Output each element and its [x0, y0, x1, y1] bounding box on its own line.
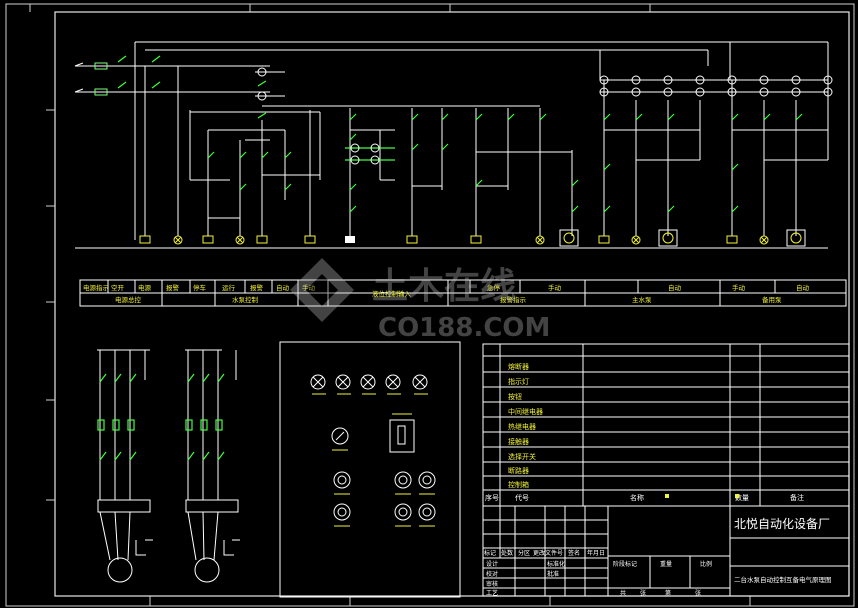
legend-label-11: 手动 — [548, 283, 562, 292]
control-panel-layout — [279, 341, 461, 598]
power-contacts — [97, 373, 225, 461]
parts-header-index: 序号 — [485, 493, 499, 502]
title-row-label-6: 年月日 — [587, 549, 605, 557]
legend-group-2: 水泵控制 — [232, 295, 259, 304]
title-row-label-3: 分区 — [518, 549, 530, 557]
parts-row-3: 按钮 — [508, 392, 522, 401]
title-block: 标记 处数 分区 更改文件号 签名 年月日 设计 校对 审核 工艺 标准化 批准… — [482, 505, 850, 597]
title-row-label-2: 处数 — [501, 549, 513, 557]
title-sign-label-4: 工艺 — [486, 589, 498, 597]
legend-label-2: 空开 — [111, 283, 125, 292]
legend-group-5: 主水泵 — [632, 295, 652, 304]
company-name: 北悦自动化设备厂 — [734, 517, 830, 531]
title-sign-label-3: 审核 — [486, 580, 498, 588]
title-sign-label-5: 标准化 — [547, 560, 565, 568]
parts-row-2: 指示灯 — [508, 377, 529, 386]
legend-group-6: 备用泵 — [762, 295, 782, 304]
legend-label-1: 电源指示 — [83, 283, 110, 292]
parts-header-note: 备注 — [790, 493, 804, 502]
parts-row-1: 熔断器 — [508, 362, 529, 371]
title-bottom-label-1: 共 — [620, 589, 626, 597]
switch-contacts — [117, 55, 803, 213]
parts-header-name: 名称 — [630, 493, 644, 502]
title-sign-label-2: 校对 — [486, 570, 498, 578]
parts-header-code: 代号 — [515, 493, 529, 502]
legend-label-6: 运行 — [222, 283, 236, 292]
title-right-label-1: 阶段标记 — [613, 560, 637, 568]
legend-label-13: 手动 — [732, 283, 746, 292]
legend-label-3: 电源 — [138, 283, 152, 292]
control-circuit — [74, 41, 829, 249]
title-row-label-1: 标记 — [484, 549, 496, 557]
title-row-label-4: 更改文件号 — [533, 549, 563, 557]
parts-list-table: 熔断器 指示灯 按钮 中间继电器 热继电器 接触器 选择开关 断路器 控制箱 序… — [482, 343, 850, 507]
legend-label-4: 报警 — [166, 283, 180, 292]
title-bottom-label-4: 张 — [695, 589, 701, 597]
title-right-label-3: 比例 — [700, 560, 712, 568]
watermark: 土木在线 CO188.COM — [290, 258, 550, 343]
title-sign-label-1: 设计 — [486, 560, 498, 568]
title-bottom-label-2: 张 — [640, 589, 646, 597]
title-row-label-5: 签名 — [568, 549, 580, 557]
relay-circles — [257, 67, 833, 165]
power-circuit — [97, 349, 240, 583]
parts-row-6: 接触器 — [508, 437, 529, 446]
title-sign-label-6: 批准 — [547, 570, 559, 578]
watermark-logo-icon — [290, 258, 354, 322]
watermark-site: CO188.COM — [378, 313, 550, 343]
parts-row-5: 热继电器 — [508, 422, 536, 431]
legend-label-5: 停车 — [193, 283, 207, 292]
title-bottom-label-3: 第 — [665, 589, 671, 597]
title-right-label-2: 重量 — [660, 560, 672, 568]
legend-label-12: 自动 — [668, 283, 682, 292]
legend-label-14: 自动 — [796, 283, 810, 292]
parts-row-9: 控制箱 — [508, 480, 529, 489]
legend-label-7: 报警 — [250, 283, 264, 292]
legend-label-8: 自动 — [276, 283, 290, 292]
parts-row-8: 断路器 — [508, 466, 529, 475]
electrical-schematic-drawing: 电源指示 空开 电源 报警 停车 运行 报警 自动 手动 急停 手动 自动 手动… — [5, 3, 855, 607]
parts-row-7: 选择开关 — [508, 452, 536, 461]
watermark-brand: 土木在线 — [372, 266, 516, 307]
parts-row-4: 中间继电器 — [508, 407, 543, 416]
drawing-title: 二台水泵自动控制互备电气原理图 — [734, 575, 832, 584]
legend-group-1: 电源总控 — [115, 295, 142, 304]
